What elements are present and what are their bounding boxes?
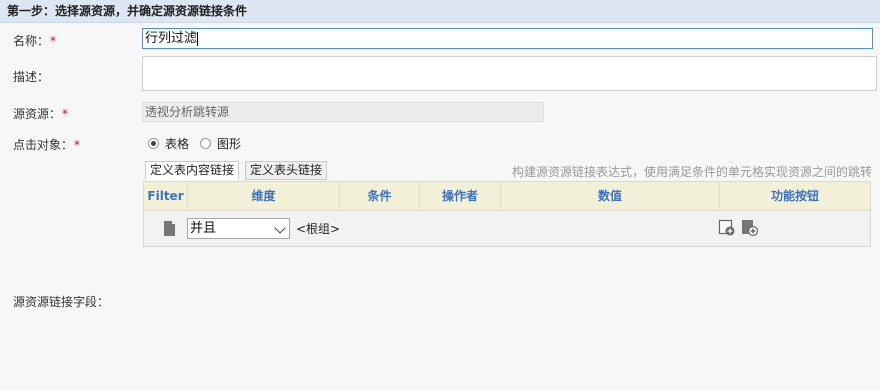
radio-chart-label[interactable]: 图形 xyxy=(217,135,241,152)
source-value: 透视分析跳转源 xyxy=(142,102,544,122)
required-mark: * xyxy=(62,107,69,121)
name-input[interactable]: 行列过滤 xyxy=(142,28,873,49)
description-input[interactable] xyxy=(142,56,877,91)
logic-operator-value: 并且 xyxy=(190,221,217,236)
click-target-label: 点击对象：* xyxy=(13,138,81,152)
radio-table[interactable] xyxy=(148,137,159,149)
tab-content-link[interactable]: 定义表内容链接 xyxy=(145,161,240,180)
column-filter: Filter xyxy=(144,182,188,210)
description-label: 描述： xyxy=(13,70,50,84)
link-field-label: 源资源链接字段： xyxy=(13,295,110,309)
text-cursor xyxy=(197,31,199,46)
name-input-value: 行列过滤 xyxy=(145,31,198,46)
column-dimension: 维度 xyxy=(188,182,340,210)
required-mark: * xyxy=(50,34,57,48)
source-label: 源资源：* xyxy=(13,107,69,121)
filter-icon[interactable] xyxy=(164,221,175,236)
add-group-icon[interactable] xyxy=(741,219,759,237)
click-target-radio-group: 表格 图形 xyxy=(148,135,252,151)
step-title: 第一步：选择源资源，并确定源资源链接条件 xyxy=(0,0,880,23)
required-mark: * xyxy=(74,138,81,152)
column-condition: 条件 xyxy=(340,182,420,210)
column-actions: 功能按钮 xyxy=(770,189,819,203)
add-condition-icon[interactable] xyxy=(718,219,736,237)
chevron-down-icon xyxy=(274,222,286,234)
column-operator: 操作者 xyxy=(420,182,501,210)
root-group-label: <根组> xyxy=(296,222,341,236)
link-expression-hint: 构建源资源链接表达式，使用满足条件的单元格实现资源之间的跳转 xyxy=(512,165,873,179)
tab-header-link[interactable]: 定义表头链接 xyxy=(245,161,328,180)
name-label: 名称：* xyxy=(13,34,57,48)
radio-chart[interactable] xyxy=(200,137,212,149)
logic-operator-select[interactable]: 并且 xyxy=(187,218,290,239)
grid-header: Filter 维度 条件 操作者 数值 功能按钮 xyxy=(144,182,870,211)
radio-table-label[interactable]: 表格 xyxy=(165,135,189,152)
column-value: 数值 xyxy=(501,182,720,210)
